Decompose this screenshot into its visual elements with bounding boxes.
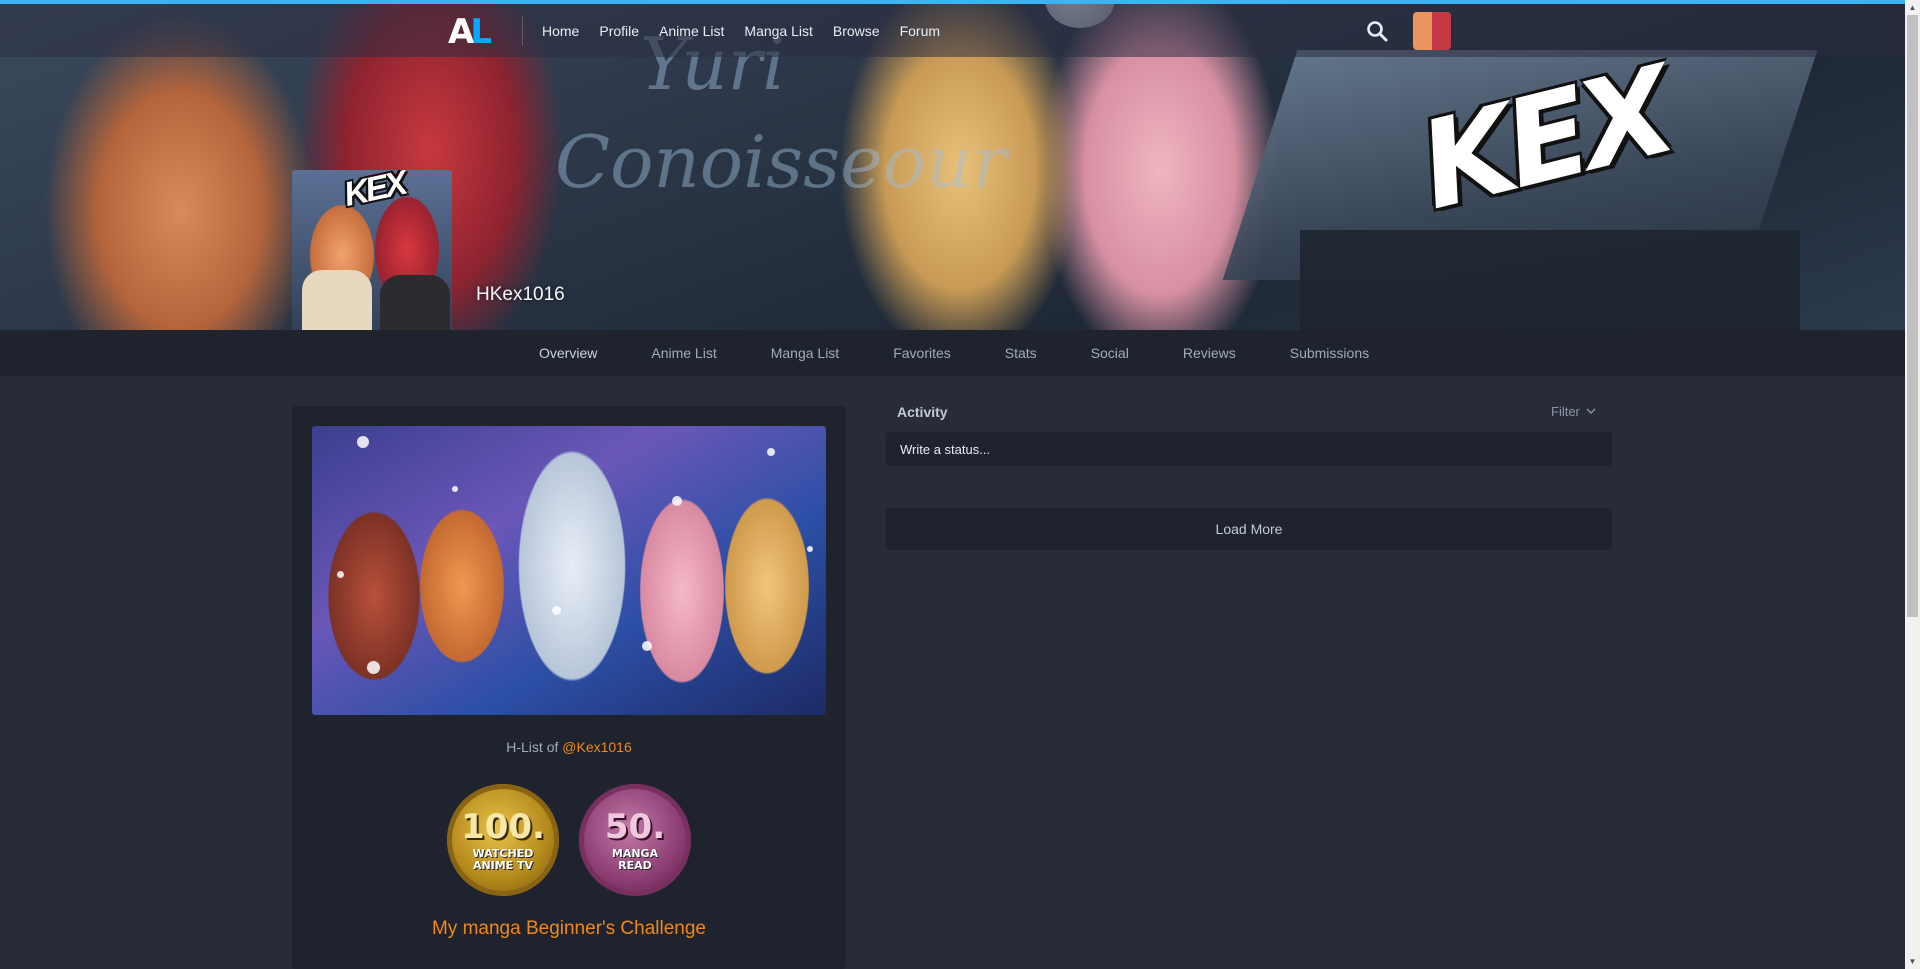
user-avatar[interactable]: [1413, 12, 1451, 50]
badges: 100. WATCHED ANIME TV 50. MANGA READ: [292, 784, 846, 896]
nav-link-anime-list[interactable]: Anime List: [659, 23, 724, 39]
profile-username: HKex1016: [476, 284, 565, 305]
badge-label: WATCHED: [472, 846, 534, 860]
badge-number: 50.: [604, 806, 666, 847]
tab-anime-list[interactable]: Anime List: [651, 345, 716, 361]
tab-social[interactable]: Social: [1091, 345, 1129, 361]
about-image: [312, 426, 826, 715]
about-text: H-List of @Kex1016: [292, 739, 846, 755]
badge-manga-read[interactable]: 50. MANGA READ: [579, 784, 691, 896]
status-input[interactable]: [886, 432, 1612, 466]
chevron-down-icon: [1586, 408, 1596, 414]
badge-watched-anime[interactable]: 100. WATCHED ANIME TV: [447, 784, 559, 896]
avatar-logo: KEX: [340, 170, 409, 214]
nav-links: Home Profile Anime List Manga List Brows…: [542, 4, 960, 57]
anilist-logo[interactable]: AL: [448, 14, 494, 50]
top-nav: AL Home Profile Anime List Manga List Br…: [0, 4, 1905, 57]
badge-number: 100.: [461, 806, 545, 847]
page-scrollbar[interactable]: ▲ ▼: [1905, 0, 1920, 969]
badge-label: MANGA: [611, 846, 659, 860]
avatar-figure-right: [380, 275, 450, 330]
nav-link-forum[interactable]: Forum: [900, 23, 940, 39]
nav-divider: [522, 16, 523, 46]
avatar-figure-left: [302, 270, 372, 330]
tab-favorites[interactable]: Favorites: [893, 345, 951, 361]
tab-reviews[interactable]: Reviews: [1183, 345, 1236, 361]
nav-link-browse[interactable]: Browse: [833, 23, 880, 39]
search-icon[interactable]: [1366, 20, 1388, 42]
badge-label: ANIME TV: [472, 858, 534, 872]
logo-letter-l: L: [470, 12, 492, 52]
tab-overview[interactable]: Overview: [539, 345, 597, 361]
scroll-down-icon[interactable]: ▼: [1905, 954, 1920, 969]
filter-label: Filter: [1551, 404, 1580, 419]
activity-title: Activity: [897, 404, 948, 420]
nav-link-home[interactable]: Home: [542, 23, 579, 39]
load-more-button[interactable]: Load More: [886, 508, 1612, 550]
user-mention-link[interactable]: @Kex1016: [562, 739, 631, 755]
tab-manga-list[interactable]: Manga List: [771, 345, 839, 361]
accent-line: [0, 0, 1905, 4]
scroll-thumb[interactable]: [1907, 15, 1918, 617]
tab-stats[interactable]: Stats: [1005, 345, 1037, 361]
banner-bg-text: Conoisseour: [555, 120, 1007, 204]
about-panel: H-List of @Kex1016 100. WATCHED ANIME TV…: [292, 406, 846, 969]
banner-house: [1300, 230, 1800, 330]
tab-submissions[interactable]: Submissions: [1290, 345, 1369, 361]
scroll-up-icon[interactable]: ▲: [1905, 0, 1920, 15]
about-list-text: H-List of: [506, 739, 563, 755]
nav-link-manga-list[interactable]: Manga List: [744, 23, 812, 39]
activity-filter[interactable]: Filter: [1551, 404, 1596, 419]
logo-letter-a: A: [448, 12, 474, 52]
profile-subnav: Overview Anime List Manga List Favorites…: [0, 330, 1905, 376]
profile-tabs: Overview Anime List Manga List Favorites…: [539, 330, 1423, 376]
profile-avatar: KEX: [292, 170, 452, 330]
badge-label: READ: [618, 858, 652, 872]
challenge-link[interactable]: My manga Beginner's Challenge: [292, 918, 846, 940]
nav-link-profile[interactable]: Profile: [599, 23, 639, 39]
